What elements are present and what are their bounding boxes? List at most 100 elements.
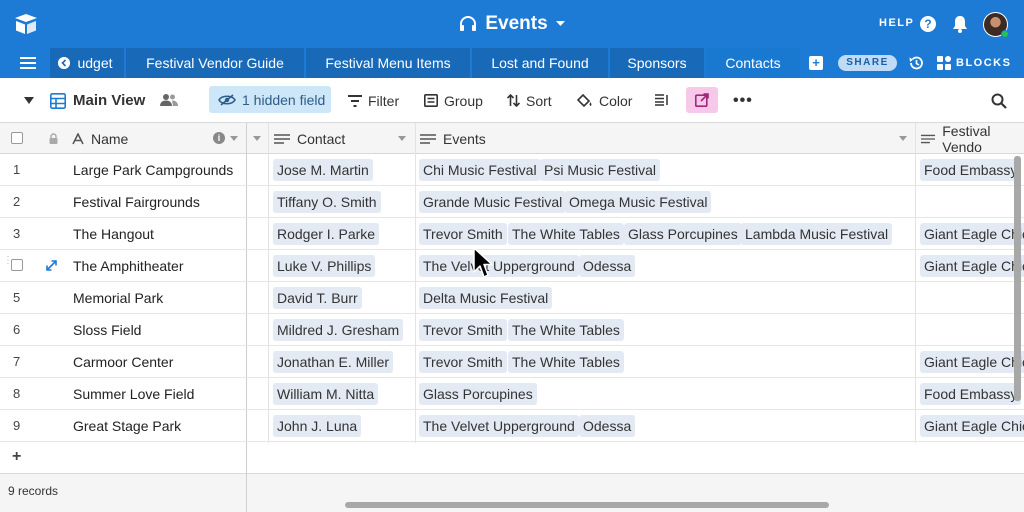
tab-festival-menu-items[interactable]: Festival Menu Items — [306, 48, 470, 78]
cell-name[interactable]: The Amphitheater — [73, 250, 184, 282]
event-chip[interactable]: Odessa — [579, 415, 636, 437]
table-row[interactable]: 1 Large Park Campgrounds Jose M. Martin … — [0, 154, 1024, 186]
cell-vendor[interactable]: Giant Eagle Chic — [918, 250, 1024, 282]
contact-chip[interactable]: Rodger I. Parke — [273, 223, 380, 245]
table-row[interactable]: 6 Sloss Field Mildred J. Gresham Trevor … — [0, 314, 1024, 346]
cell-name[interactable]: Memorial Park — [73, 282, 163, 314]
add-table-icon[interactable]: + — [809, 56, 823, 70]
cell-name[interactable]: Large Park Campgrounds — [73, 154, 233, 186]
event-chip[interactable]: Lambda Music Festival — [741, 223, 893, 245]
hamburger-menu-icon[interactable] — [20, 56, 36, 70]
scroll-tabs-left-icon[interactable] — [58, 57, 70, 69]
cell-vendor[interactable]: Giant Eagle Chic — [918, 346, 1024, 378]
tab-contacts[interactable]: Contacts — [706, 48, 800, 78]
event-chip[interactable]: The Velvet Upperground — [419, 415, 579, 437]
chevron-down-icon[interactable] — [253, 136, 261, 141]
contact-chip[interactable]: John J. Luna — [273, 415, 362, 437]
field-info-icon[interactable]: i — [213, 132, 225, 144]
table-row[interactable]: 9 Great Stage Park John J. Luna The Velv… — [0, 410, 1024, 442]
sort-button[interactable]: Sort — [507, 78, 552, 123]
column-header-name[interactable]: Name — [72, 123, 128, 154]
vendor-chip[interactable]: Giant Eagle Chic — [920, 351, 1024, 373]
table-row[interactable]: 7 Carmoor Center Jonathan E. Miller Trev… — [0, 346, 1024, 378]
event-chip[interactable]: The White Tables — [508, 319, 624, 341]
history-icon[interactable] — [908, 55, 924, 71]
question-icon[interactable]: ? — [920, 16, 936, 32]
share-button[interactable]: SHARE — [838, 55, 897, 71]
table-row[interactable]: 2 Festival Fairgrounds Tiffany O. Smith … — [0, 186, 1024, 218]
row-checkbox[interactable] — [11, 259, 23, 271]
event-chip[interactable]: Glass Porcupines — [419, 383, 537, 405]
airtable-logo[interactable] — [13, 12, 39, 36]
vendor-chip[interactable]: Giant Eagle Chic — [920, 255, 1024, 277]
view-switcher[interactable]: Main View — [50, 78, 145, 123]
expand-record-icon[interactable] — [46, 260, 57, 271]
event-chip[interactable]: Trevor Smith — [419, 223, 507, 245]
tab-festival-vendor-guide[interactable]: Festival Vendor Guide — [126, 48, 304, 78]
cell-vendor[interactable]: Giant Eagle Chic — [918, 410, 1024, 442]
cell-name[interactable]: Summer Love Field — [73, 378, 194, 410]
chevron-down-icon[interactable] — [555, 21, 565, 27]
blocks-button[interactable]: BLOCKS — [937, 56, 1011, 70]
event-chip[interactable]: Chi Music Festival — [419, 159, 541, 181]
contact-chip[interactable]: Mildred J. Gresham — [273, 319, 404, 341]
cell-vendor[interactable]: Giant Eagle Chic — [918, 218, 1024, 250]
row-height-icon[interactable] — [655, 94, 669, 106]
search-icon[interactable] — [991, 93, 1007, 109]
chevron-down-icon[interactable] — [230, 136, 238, 141]
cell-name[interactable]: Great Stage Park — [73, 410, 181, 442]
table-row[interactable]: 5 Memorial Park David T. Burr Delta Musi… — [0, 282, 1024, 314]
bell-icon[interactable] — [951, 14, 969, 34]
cell-name[interactable]: The Hangout — [73, 218, 154, 250]
event-chip[interactable]: The White Tables — [508, 223, 624, 245]
event-chip[interactable]: The White Tables — [508, 351, 624, 373]
more-options-icon[interactable]: ••• — [733, 93, 753, 109]
collaborators-icon[interactable] — [160, 93, 178, 107]
contact-chip[interactable]: David T. Burr — [273, 287, 362, 309]
cell-vendor[interactable]: Food Embassy — [918, 378, 1024, 410]
event-chip[interactable]: Glass Porcupines — [624, 223, 742, 245]
vendor-chip[interactable]: Giant Eagle Chic — [920, 415, 1024, 437]
group-button[interactable]: Group — [424, 78, 483, 123]
base-title[interactable]: Events — [485, 13, 547, 35]
table-row[interactable]: ⋮ The Amphitheater Luke V. Phillips The … — [0, 250, 1024, 282]
event-chip[interactable]: Grande Music Festival — [419, 191, 567, 213]
event-chip[interactable]: Trevor Smith — [419, 351, 507, 373]
event-chip[interactable]: Odessa — [579, 255, 636, 277]
chevron-down-icon[interactable] — [899, 136, 907, 141]
add-record-row[interactable]: + — [0, 442, 247, 474]
tab-sponsors[interactable]: Sponsors — [610, 48, 704, 78]
event-chip[interactable]: Delta Music Festival — [419, 287, 553, 309]
table-row[interactable]: 8 Summer Love Field William M. Nitta Gla… — [0, 378, 1024, 410]
cell-name[interactable]: Festival Fairgrounds — [73, 186, 200, 218]
column-header-events[interactable]: Events — [420, 123, 486, 154]
table-row[interactable]: 3 The Hangout Rodger I. Parke Trevor Smi… — [0, 218, 1024, 250]
contact-chip[interactable]: William M. Nitta — [273, 383, 379, 405]
vendor-chip[interactable]: Giant Eagle Chic — [920, 223, 1024, 245]
hide-fields-button[interactable]: 1 hidden field — [209, 86, 331, 113]
cell-vendor[interactable]: Food Embassy — [918, 154, 1024, 186]
event-chip[interactable]: Psi Music Festival — [540, 159, 661, 181]
vertical-scrollbar[interactable] — [1014, 156, 1021, 401]
select-all-checkbox[interactable] — [11, 132, 23, 144]
vendor-chip[interactable]: Food Embassy — [920, 383, 1022, 405]
chevron-down-icon[interactable] — [398, 136, 406, 141]
column-header-contact[interactable]: Contact — [274, 123, 345, 154]
filter-button[interactable]: Filter — [348, 78, 399, 123]
cell-name[interactable]: Sloss Field — [73, 314, 141, 346]
help-link[interactable]: HELP — [879, 17, 914, 29]
contact-chip[interactable]: Jonathan E. Miller — [273, 351, 394, 373]
share-view-button[interactable] — [686, 87, 718, 113]
contact-chip[interactable]: Tiffany O. Smith — [273, 191, 381, 213]
add-record-icon[interactable]: + — [12, 448, 21, 466]
cell-name[interactable]: Carmoor Center — [73, 346, 173, 378]
caret-down-icon[interactable] — [24, 97, 34, 104]
tab-lost-and-found[interactable]: Lost and Found — [472, 48, 608, 78]
event-chip[interactable]: The Velvet Upperground — [419, 255, 579, 277]
column-header-festival-vendor[interactable]: Festival Vendo — [921, 123, 1024, 155]
contact-chip[interactable]: Jose M. Martin — [273, 159, 373, 181]
vendor-chip[interactable]: Food Embassy — [920, 159, 1022, 181]
event-chip[interactable]: Omega Music Festival — [565, 191, 712, 213]
color-button[interactable]: Color — [577, 78, 632, 123]
event-chip[interactable]: Trevor Smith — [419, 319, 507, 341]
